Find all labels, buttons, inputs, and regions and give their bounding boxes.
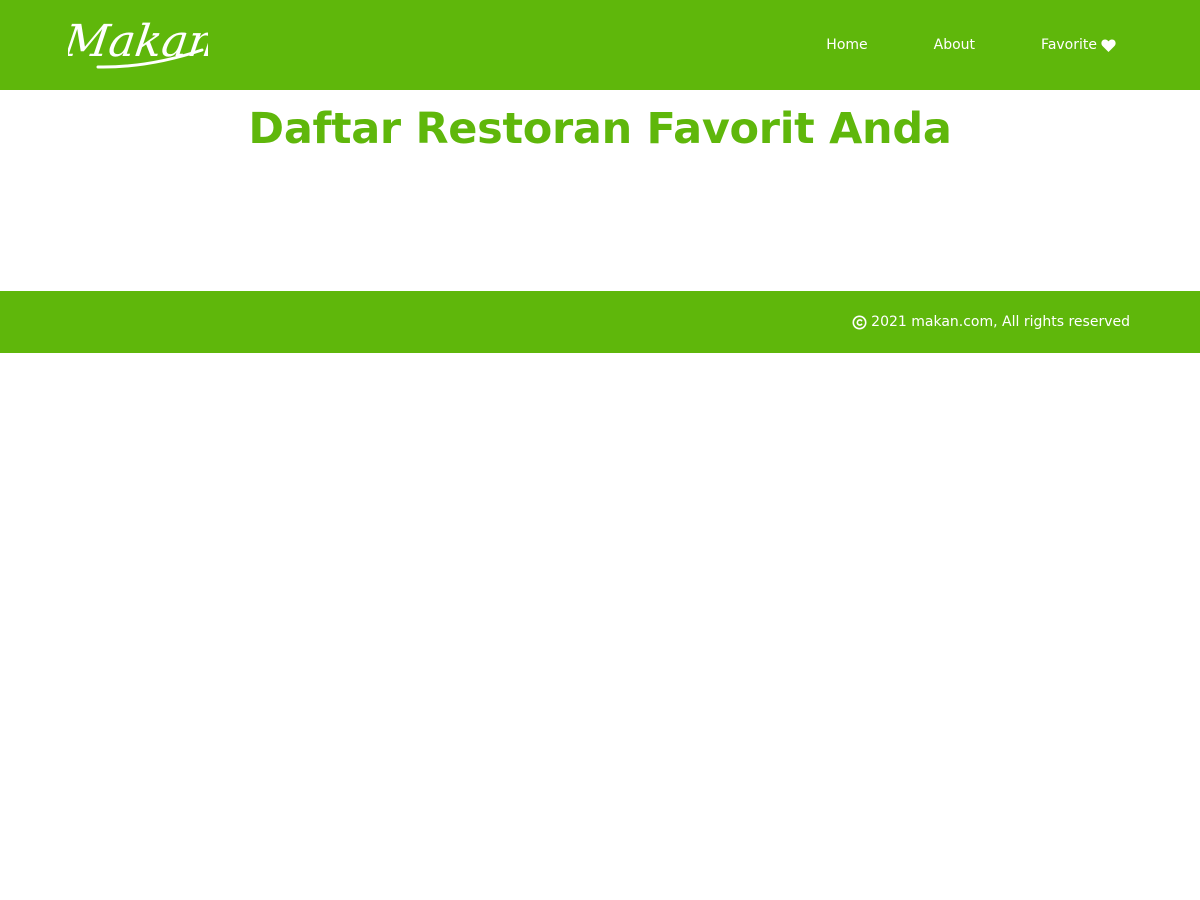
nav-about-link[interactable]: About: [934, 37, 975, 53]
nav-favorite-label: Favorite: [1041, 37, 1097, 53]
nav-favorite-link[interactable]: Favorite: [1041, 37, 1116, 53]
main-nav: Home About Favorite: [826, 0, 1116, 90]
logo-wordmark: Makan: [68, 16, 208, 67]
site-header: Makan Home About Favorite: [0, 0, 1200, 90]
page-title: Daftar Restoran Favorit Anda: [248, 104, 952, 154]
footer-copyright: 2021 makan.com, All rights reserved: [852, 291, 1130, 353]
makan-logo[interactable]: Makan: [68, 14, 208, 70]
makan-logo-image: Makan: [68, 16, 208, 69]
copyright-icon: [852, 315, 867, 330]
footer-text: 2021 makan.com, All rights reserved: [871, 314, 1130, 330]
site-footer: 2021 makan.com, All rights reserved: [0, 291, 1200, 353]
nav-home-link[interactable]: Home: [826, 37, 867, 53]
nav-home-label: Home: [826, 37, 868, 53]
nav-about-label: About: [933, 37, 976, 53]
heart-icon: [1101, 38, 1116, 52]
